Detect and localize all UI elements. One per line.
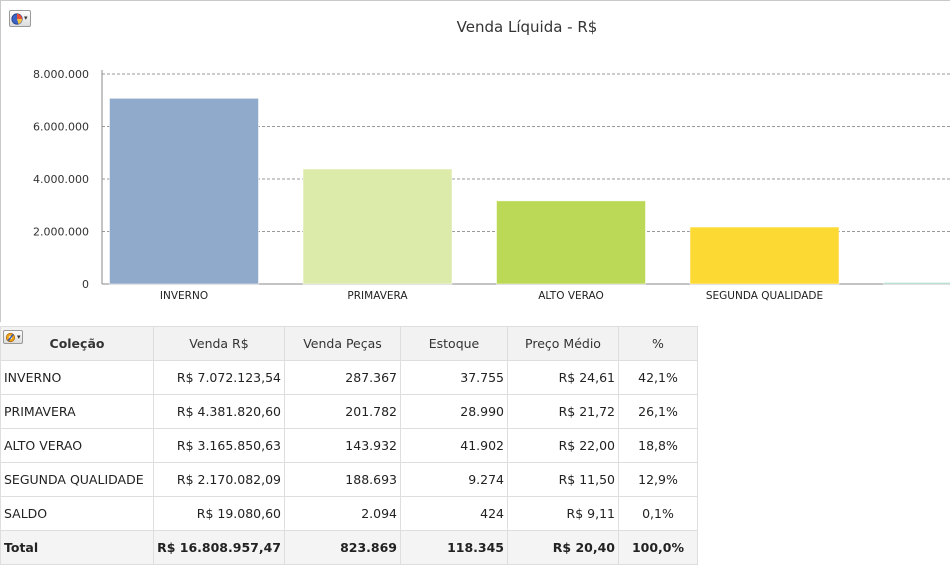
y-tick-label: 4.000.000 [33, 173, 89, 186]
cell-colecao: ALTO VERAO [0, 428, 154, 463]
cell-pecas: 188.693 [284, 462, 401, 497]
cell-venda: R$ 2.170.082,09 [153, 462, 285, 497]
bar [109, 98, 259, 285]
cell-preco: R$ 24,61 [507, 360, 619, 395]
cell-venda: R$ 4.381.820,60 [153, 394, 285, 429]
cell-estoque: 28.990 [400, 394, 508, 429]
table-total-row: Total R$ 16.808.957,47 823.869 118.345 R… [0, 530, 698, 565]
table-header-row: ▾ Coleção Venda R$ Venda Peças Estoque P… [0, 326, 698, 361]
y-tick-label: 0 [82, 278, 89, 291]
cell-estoque: 41.902 [400, 428, 508, 463]
header-preco-medio[interactable]: Preço Médio [507, 326, 619, 361]
total-pecas: 823.869 [284, 530, 401, 565]
cell-percent: 42,1% [618, 360, 698, 395]
header-estoque[interactable]: Estoque [400, 326, 508, 361]
x-tick-label: ALTO VERAO [538, 290, 604, 302]
header-label: Coleção [49, 336, 105, 351]
bar-chart: Venda Líquida - R$ 0 2.000.000 4.000.000 6.0… [33, 18, 950, 302]
chart-title: Venda Líquida - R$ [457, 18, 598, 36]
bar [689, 226, 840, 285]
chevron-down-icon: ▾ [24, 14, 28, 22]
table-row: INVERNO R$ 7.072.123,54 287.367 37.755 R… [0, 360, 698, 395]
cell-percent: 18,8% [618, 428, 698, 463]
header-percent[interactable]: % [618, 326, 698, 361]
cell-colecao: SALDO [0, 496, 154, 531]
cell-venda: R$ 7.072.123,54 [153, 360, 285, 395]
cell-colecao: PRIMAVERA [0, 394, 154, 429]
cell-preco: R$ 21,72 [507, 394, 619, 429]
bar [496, 200, 646, 285]
cell-pecas: 2.094 [284, 496, 401, 531]
total-venda: R$ 16.808.957,47 [153, 530, 285, 565]
cell-estoque: 424 [400, 496, 508, 531]
total-estoque: 118.345 [400, 530, 508, 565]
header-venda-rs[interactable]: Venda R$ [153, 326, 285, 361]
total-label: Total [0, 530, 154, 565]
bar [302, 168, 453, 285]
cell-pecas: 143.932 [284, 428, 401, 463]
cell-colecao: SEGUNDA QUALIDADE [0, 462, 154, 497]
x-tick-label: INVERNO [160, 290, 208, 302]
cell-preco: R$ 11,50 [507, 462, 619, 497]
cell-percent: 0,1% [618, 496, 698, 531]
cell-preco: R$ 22,00 [507, 428, 619, 463]
data-table: ▾ Coleção Venda R$ Venda Peças Estoque P… [0, 326, 698, 565]
table-row: SEGUNDA QUALIDADE R$ 2.170.082,09 188.69… [0, 462, 698, 497]
x-tick-label: PRIMAVERA [347, 290, 408, 302]
y-tick-label: 8.000.000 [33, 68, 89, 81]
cell-pecas: 201.782 [284, 394, 401, 429]
cell-percent: 12,9% [618, 462, 698, 497]
cell-estoque: 9.274 [400, 462, 508, 497]
chevron-down-icon: ▾ [17, 332, 21, 341]
y-tick-label: 2.000.000 [33, 226, 89, 239]
cell-colecao: INVERNO [0, 360, 154, 395]
cell-pecas: 287.367 [284, 360, 401, 395]
x-tick-label: SEGUNDA QUALIDADE [706, 290, 823, 302]
data-table-panel: ▾ Coleção Venda R$ Venda Peças Estoque P… [0, 326, 698, 565]
cell-venda: R$ 3.165.850,63 [153, 428, 285, 463]
chart-menu-button[interactable]: ▾ [9, 10, 31, 27]
header-venda-pecas[interactable]: Venda Peças [284, 326, 401, 361]
table-row: PRIMAVERA R$ 4.381.820,60 201.782 28.990… [0, 394, 698, 429]
cell-estoque: 37.755 [400, 360, 508, 395]
pie-chart-icon [11, 12, 23, 25]
chart-panel: Venda Líquida - R$ 0 2.000.000 4.000.000 6.0… [0, 0, 950, 322]
total-percent: 100,0% [618, 530, 698, 565]
table-menu-button[interactable]: ▾ [3, 330, 23, 344]
total-preco: R$ 20,40 [507, 530, 619, 565]
table-row: SALDO R$ 19.080,60 2.094 424 R$ 9,11 0,1… [0, 496, 698, 531]
y-tick-label: 6.000.000 [33, 121, 89, 134]
bar [883, 282, 950, 285]
table-row: ALTO VERAO R$ 3.165.850,63 143.932 41.90… [0, 428, 698, 463]
cell-venda: R$ 19.080,60 [153, 496, 285, 531]
cell-preco: R$ 9,11 [507, 496, 619, 531]
table-settings-icon [5, 332, 16, 342]
cell-percent: 26,1% [618, 394, 698, 429]
header-colecao[interactable]: ▾ Coleção [0, 326, 154, 361]
